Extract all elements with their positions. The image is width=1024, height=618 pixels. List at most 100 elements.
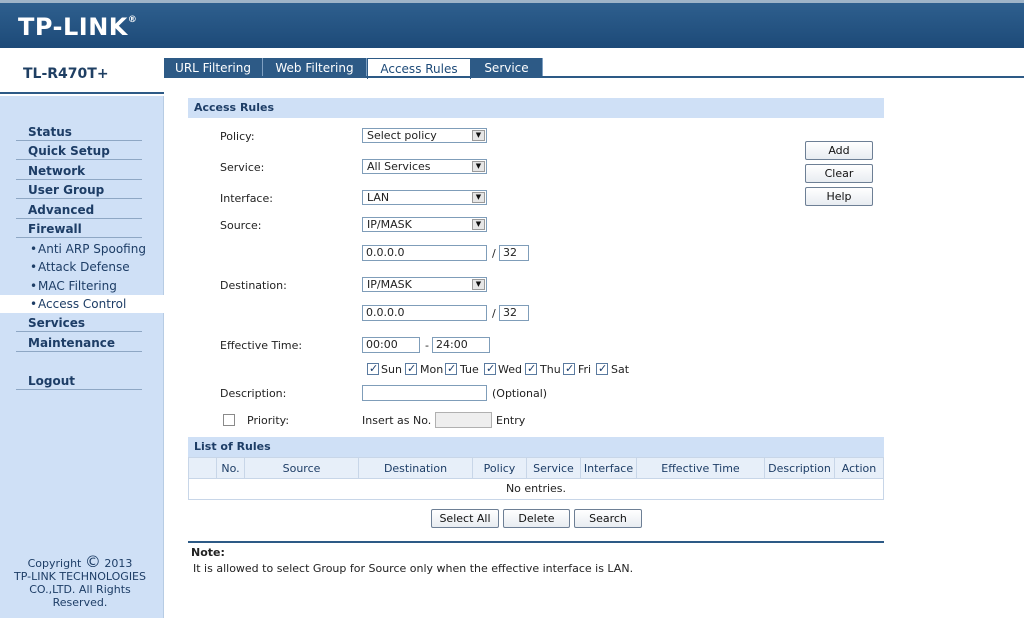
column-header-description: Description xyxy=(765,458,835,479)
copyright-symbol: © xyxy=(84,552,101,571)
day-checkbox-sun[interactable] xyxy=(367,362,379,375)
end-time-input[interactable]: 24:00 xyxy=(432,337,490,353)
subitem-label: Access Control xyxy=(38,297,127,311)
sidebar-item-quick-setup[interactable]: Quick Setup xyxy=(16,142,142,160)
sidebar-item-firewall[interactable]: Firewall xyxy=(16,220,142,238)
help-button[interactable]: Help xyxy=(805,187,873,206)
note-divider xyxy=(188,541,884,543)
column-header-effective-time: Effective Time xyxy=(637,458,765,479)
select-all-button[interactable]: Select All xyxy=(431,509,499,528)
subitem-label: MAC Filtering xyxy=(38,279,117,293)
source-label: Source: xyxy=(220,219,262,232)
policy-label: Policy: xyxy=(220,130,255,143)
day-label-mon: Mon xyxy=(420,363,444,376)
column-header-source: Source xyxy=(245,458,359,479)
logo-registered-mark: ® xyxy=(127,15,138,25)
subitem-label: Attack Defense xyxy=(38,260,130,274)
day-checkbox-sat[interactable] xyxy=(596,362,608,375)
sidebar-subitem-attack-defense[interactable]: •Attack Defense xyxy=(30,258,164,276)
bullet-icon: • xyxy=(30,297,38,311)
tp-link-logo: TP-LINK® xyxy=(18,13,137,41)
copyright-line-4: Reserved. xyxy=(52,596,108,609)
insert-as-label: Insert as No. xyxy=(362,414,432,427)
destination-slash: / xyxy=(492,307,496,320)
sidebar-item-logout[interactable]: Logout xyxy=(16,372,142,390)
interface-label: Interface: xyxy=(220,192,273,205)
sidebar-item-user-group[interactable]: User Group xyxy=(16,181,142,199)
interface-select[interactable]: LAN ▼ xyxy=(362,190,487,205)
note-title: Note: xyxy=(191,546,225,559)
policy-select[interactable]: Select policy ▼ xyxy=(362,128,487,143)
destination-type-select[interactable]: IP/MASK ▼ xyxy=(362,277,487,292)
clear-button[interactable]: Clear xyxy=(805,164,873,183)
sidebar-item-services[interactable]: Services xyxy=(16,314,142,332)
column-header-destination: Destination xyxy=(359,458,473,479)
copyright-notice: Copyright © 2013 TP-LINK TECHNOLOGIES CO… xyxy=(0,552,160,610)
copyright-line-3: CO.,LTD. All Rights xyxy=(29,583,131,596)
source-ip-input[interactable]: 0.0.0.0 xyxy=(362,245,487,261)
model-box: TL-R470T+ xyxy=(0,58,164,94)
time-dash: - xyxy=(425,339,429,352)
sidebar-subitem-access-control[interactable]: •Access Control xyxy=(0,295,164,313)
sidebar-subitem-mac-filtering[interactable]: •MAC Filtering xyxy=(30,277,164,295)
copyright-line-2: TP-LINK TECHNOLOGIES xyxy=(14,570,146,583)
day-checkbox-mon[interactable] xyxy=(405,362,417,375)
day-label-sun: Sun xyxy=(381,363,402,376)
sidebar-subitem-anti-arp-spoofing[interactable]: •Anti ARP Spoofing xyxy=(30,240,164,258)
bullet-icon: • xyxy=(30,260,38,274)
priority-number-input[interactable] xyxy=(435,412,492,428)
add-button[interactable]: Add xyxy=(805,141,873,160)
tab-url-filtering[interactable]: URL Filtering xyxy=(164,58,263,78)
copyright-line-1: Copyright © 2013 xyxy=(0,552,160,571)
sidebar-item-network[interactable]: Network xyxy=(16,162,142,180)
source-mask-input[interactable]: 32 xyxy=(499,245,529,261)
sidebar-item-maintenance[interactable]: Maintenance xyxy=(16,334,142,352)
column-header-no: No. xyxy=(217,458,245,479)
tab-service[interactable]: Service xyxy=(471,58,543,78)
source-type-value: IP/MASK xyxy=(367,218,412,231)
dropdown-arrow-icon: ▼ xyxy=(472,161,485,172)
destination-ip-input[interactable]: 0.0.0.0 xyxy=(362,305,487,321)
effective-time-label: Effective Time: xyxy=(220,339,303,352)
tab-web-filtering[interactable]: Web Filtering xyxy=(263,58,367,78)
delete-button[interactable]: Delete xyxy=(503,509,570,528)
search-button[interactable]: Search xyxy=(574,509,642,528)
day-label-fri: Fri xyxy=(578,363,592,376)
subitem-label: Anti ARP Spoofing xyxy=(38,242,146,256)
tab-underline xyxy=(164,76,1024,78)
sidebar-item-status[interactable]: Status xyxy=(16,123,142,141)
day-label-thu: Thu xyxy=(540,363,561,376)
description-hint: (Optional) xyxy=(492,387,548,400)
dropdown-arrow-icon: ▼ xyxy=(472,279,485,290)
day-checkbox-thu[interactable] xyxy=(525,362,537,375)
service-select[interactable]: All Services ▼ xyxy=(362,159,487,174)
destination-label: Destination: xyxy=(220,279,287,292)
day-checkbox-tue[interactable] xyxy=(445,362,457,375)
copyright-word: Copyright xyxy=(27,557,82,570)
entry-label: Entry xyxy=(496,414,526,427)
interface-value: LAN xyxy=(367,191,390,204)
top-banner: TP-LINK® xyxy=(0,0,1024,48)
column-header-interface: Interface xyxy=(581,458,637,479)
column-header-service: Service xyxy=(527,458,581,479)
priority-checkbox[interactable] xyxy=(223,414,235,426)
source-type-select[interactable]: IP/MASK ▼ xyxy=(362,217,487,232)
bullet-icon: • xyxy=(30,279,38,293)
day-label-sat: Sat xyxy=(611,363,630,376)
description-input[interactable] xyxy=(362,385,487,401)
sidebar: Status Quick Setup Network User Group Ad… xyxy=(0,96,164,618)
bullet-icon: • xyxy=(30,242,38,256)
header-gap xyxy=(0,48,1024,58)
rules-table-empty-row: No entries. xyxy=(188,479,884,500)
day-label-tue: Tue xyxy=(460,363,479,376)
note-text: It is allowed to select Group for Source… xyxy=(193,562,634,575)
logo-text: TP-LINK xyxy=(18,13,128,41)
sidebar-item-advanced[interactable]: Advanced xyxy=(16,201,142,219)
day-checkbox-wed[interactable] xyxy=(484,362,496,375)
day-label-wed: Wed xyxy=(498,363,522,376)
column-header-select xyxy=(189,458,217,479)
day-checkbox-fri[interactable] xyxy=(563,362,575,375)
start-time-input[interactable]: 00:00 xyxy=(362,337,420,353)
destination-mask-input[interactable]: 32 xyxy=(499,305,529,321)
column-header-policy: Policy xyxy=(473,458,527,479)
